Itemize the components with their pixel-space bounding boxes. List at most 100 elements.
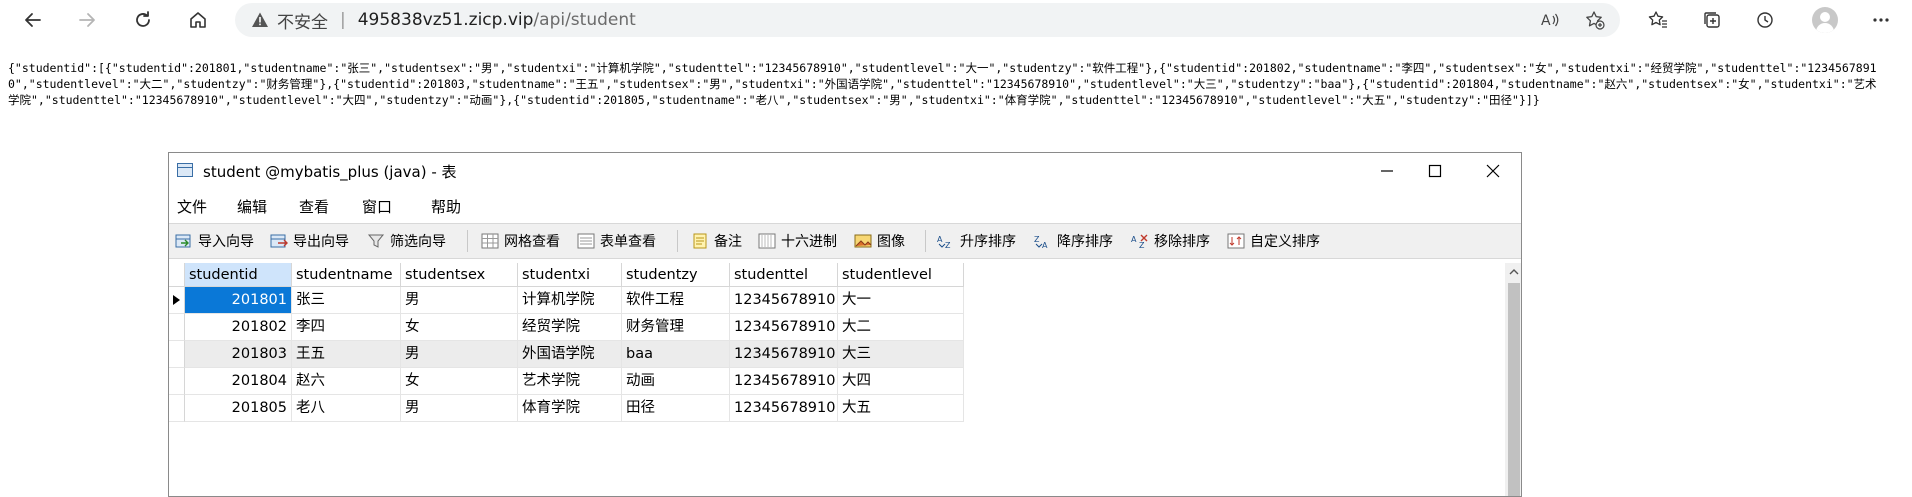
form-view-label: 表单查看 [600, 234, 656, 250]
menu-help[interactable]: 帮助 [431, 196, 461, 217]
remove-sort-label: 移除排序 [1154, 234, 1210, 250]
cell-studentzy[interactable]: 软件工程 [622, 287, 730, 314]
cell-studenttel[interactable]: 12345678910 [730, 395, 838, 422]
maximize-icon [1428, 164, 1442, 178]
more-menu-button[interactable] [1866, 5, 1896, 35]
cell-studentid[interactable]: 201802 [185, 314, 292, 341]
cell-studentxi[interactable]: 艺术学院 [518, 368, 622, 395]
cell-studentlevel[interactable]: 大四 [838, 368, 964, 395]
hex-button[interactable]: 十六进制 [758, 232, 837, 250]
import-icon [175, 234, 191, 248]
forward-button[interactable] [72, 5, 102, 35]
minimize-button[interactable] [1375, 159, 1399, 183]
vertical-scrollbar[interactable] [1505, 263, 1521, 496]
profile-avatar[interactable] [1812, 7, 1838, 33]
close-button[interactable] [1481, 159, 1505, 183]
sort-descending-button[interactable]: ZA 降序排序 [1034, 232, 1113, 250]
url-host[interactable]: 495838vz51.zicp.vip [358, 10, 534, 30]
cell-studentzy[interactable]: 财务管理 [622, 314, 730, 341]
cell-studenttel[interactable]: 12345678910 [730, 368, 838, 395]
svg-text:A: A [1541, 13, 1551, 29]
custom-sort-button[interactable]: 自定义排序 [1227, 232, 1320, 250]
cell-studentid[interactable]: 201804 [185, 368, 292, 395]
cell-studentlevel[interactable]: 大二 [838, 314, 964, 341]
read-aloud-icon[interactable]: A [1540, 10, 1560, 30]
cell-studentsex[interactable]: 女 [401, 368, 518, 395]
cell-studentsex[interactable]: 女 [401, 314, 518, 341]
image-button[interactable]: 图像 [854, 232, 905, 250]
sort-descending-icon: ZA [1034, 235, 1048, 249]
cell-studentsex[interactable]: 男 [401, 395, 518, 422]
menu-edit[interactable]: 编辑 [237, 196, 267, 217]
cell-studentname[interactable]: 张三 [292, 287, 401, 314]
cell-studentname[interactable]: 赵六 [292, 368, 401, 395]
column-header-studentzy[interactable]: studentzy [622, 263, 730, 287]
row-selector[interactable] [169, 341, 185, 368]
add-favorite-icon[interactable] [1585, 10, 1605, 30]
sort-ascending-button[interactable]: AZ 升序排序 [937, 232, 1016, 250]
column-header-studentlevel[interactable]: studentlevel [838, 263, 964, 287]
cell-studentname[interactable]: 老八 [292, 395, 401, 422]
menu-file[interactable]: 文件 [177, 196, 207, 217]
cell-studentsex[interactable]: 男 [401, 341, 518, 368]
svg-text:A: A [1131, 235, 1137, 244]
row-selector[interactable] [169, 314, 185, 341]
back-button[interactable] [18, 5, 48, 35]
home-button[interactable] [183, 5, 213, 35]
menu-view[interactable]: 查看 [299, 196, 329, 217]
grid-icon [481, 233, 499, 249]
cell-studentid[interactable]: 201801 [185, 287, 292, 314]
image-label: 图像 [877, 234, 905, 250]
form-view-button[interactable]: 表单查看 [577, 232, 656, 250]
column-header-studentid[interactable]: studentid [185, 263, 292, 287]
remove-sort-button[interactable]: AZ 移除排序 [1131, 232, 1210, 250]
export-wizard-label: 导出向导 [293, 234, 349, 250]
filter-wizard-button[interactable]: 筛选向导 [367, 232, 446, 250]
export-wizard-button[interactable]: 导出向导 [270, 232, 349, 250]
menu-window[interactable]: 窗口 [362, 196, 392, 217]
cell-studenttel[interactable]: 12345678910 [730, 314, 838, 341]
favorites-button[interactable] [1643, 5, 1673, 35]
window-titlebar[interactable]: student @mybatis_plus (java) - 表 [169, 153, 1521, 189]
back-arrow-icon [25, 13, 41, 27]
url-path[interactable]: /api/student [533, 10, 635, 30]
cell-studentname[interactable]: 王五 [292, 341, 401, 368]
svg-text:A: A [1042, 241, 1048, 249]
cell-studentxi[interactable]: 外国语学院 [518, 341, 622, 368]
refresh-button[interactable] [128, 5, 158, 35]
cell-studentxi[interactable]: 体育学院 [518, 395, 622, 422]
security-label[interactable]: 不安全 [277, 8, 328, 33]
cell-studentid[interactable]: 201803 [185, 341, 292, 368]
refresh-icon [136, 11, 150, 27]
cell-studentzy[interactable]: 田径 [622, 395, 730, 422]
import-wizard-button[interactable]: 导入向导 [175, 232, 254, 250]
column-header-studentxi[interactable]: studentxi [518, 263, 622, 287]
cell-studentxi[interactable]: 计算机学院 [518, 287, 622, 314]
column-header-studentsex[interactable]: studentsex [401, 263, 518, 287]
maximize-button[interactable] [1423, 159, 1447, 183]
cell-studentsex[interactable]: 男 [401, 287, 518, 314]
warning-icon[interactable] [251, 11, 269, 29]
scrollbar-thumb[interactable] [1508, 283, 1520, 496]
row-selector[interactable] [169, 395, 185, 422]
column-header-studenttel[interactable]: studenttel [730, 263, 838, 287]
row-selector[interactable] [169, 287, 185, 314]
svg-text:Z: Z [945, 241, 951, 249]
cell-studentlevel[interactable]: 大三 [838, 341, 964, 368]
column-header-studentname[interactable]: studentname [292, 263, 401, 287]
cell-studentzy[interactable]: baa [622, 341, 730, 368]
address-bar[interactable]: 不安全 | 495838vz51.zicp.vip/api/student A [235, 3, 1620, 37]
cell-studentlevel[interactable]: 大五 [838, 395, 964, 422]
cell-studentid[interactable]: 201805 [185, 395, 292, 422]
cell-studentname[interactable]: 李四 [292, 314, 401, 341]
history-button[interactable] [1750, 5, 1780, 35]
collections-button[interactable] [1697, 5, 1727, 35]
cell-studenttel[interactable]: 12345678910 [730, 287, 838, 314]
cell-studentxi[interactable]: 经贸学院 [518, 314, 622, 341]
cell-studentzy[interactable]: 动画 [622, 368, 730, 395]
grid-view-button[interactable]: 网格查看 [481, 232, 560, 250]
cell-studentlevel[interactable]: 大一 [838, 287, 964, 314]
memo-button[interactable]: 备注 [691, 232, 742, 250]
cell-studenttel[interactable]: 12345678910 [730, 341, 838, 368]
row-selector[interactable] [169, 368, 185, 395]
